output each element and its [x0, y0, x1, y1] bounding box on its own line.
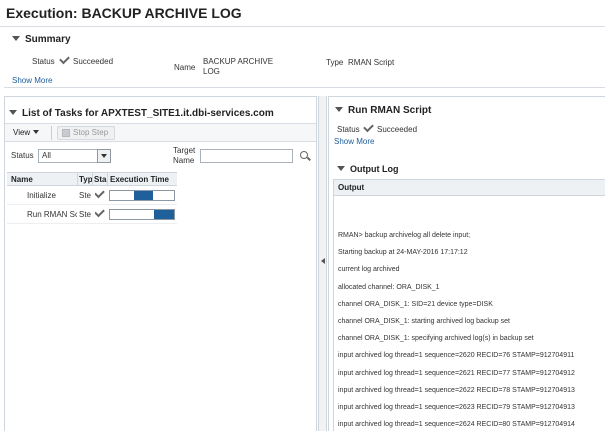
log-line: channel ORA_DISK_1: specifying archived … [338, 335, 534, 343]
task-type: Ste [79, 210, 92, 219]
column-divider [107, 173, 108, 186]
collapse-triangle-icon[interactable] [12, 36, 20, 41]
chevron-down-icon [33, 130, 40, 134]
summary-name-value-line2: LOG [203, 67, 220, 76]
check-icon [95, 190, 105, 199]
search-icon[interactable] [300, 151, 308, 159]
stop-icon [62, 129, 70, 137]
check-icon [95, 209, 105, 218]
log-line: input archived log thread=1 sequence=262… [338, 352, 575, 360]
summary-type-label: Type [326, 58, 344, 67]
summary-section: Summary Status Succeeded Name BACKUP ARC… [4, 30, 605, 88]
collapse-left-arrow-icon[interactable] [321, 258, 325, 264]
output-log-heading[interactable]: Output Log [337, 164, 398, 174]
header-divider [0, 26, 605, 27]
task-status [95, 209, 108, 219]
table-row[interactable]: Initialize Ste [7, 187, 177, 205]
view-menu-label: View [13, 128, 31, 137]
log-line: channel ORA_DISK_1: SID=21 device type=D… [338, 300, 493, 308]
log-line: Starting backup at 24-MAY-2016 17:17:12 [338, 249, 468, 257]
run-status-text: Succeeded [377, 125, 418, 134]
summary-status-text: Succeeded [73, 57, 114, 66]
column-execution-time[interactable]: Execution Time [110, 175, 169, 184]
output-log-heading-label: Output Log [350, 164, 399, 174]
summary-heading-label: Summary [25, 34, 71, 45]
panel-splitter[interactable] [318, 96, 327, 431]
column-status[interactable]: Sta [94, 175, 106, 184]
run-status-label: Status [337, 125, 360, 134]
run-rman-heading[interactable]: Run RMAN Script [335, 105, 431, 116]
chevron-down-icon[interactable] [97, 149, 111, 163]
summary-heading[interactable]: Summary [12, 34, 71, 45]
summary-status-label: Status [32, 57, 55, 66]
output-log-table: Output RMAN> backup archivelog all delet… [333, 179, 605, 431]
status-filter-label: Status [11, 151, 34, 160]
log-line: input archived log thread=1 sequence=262… [338, 421, 575, 429]
summary-name-value-line1: BACKUP ARCHIVE [203, 57, 274, 66]
page-title: Execution: BACKUP ARCHIVE LOG [6, 5, 242, 21]
toolbar-divider [51, 126, 52, 140]
target-name-input[interactable] [200, 149, 293, 163]
summary-name-label: Name [174, 63, 196, 72]
summary-type-value: RMAN Script [348, 58, 395, 67]
task-name[interactable]: Run RMAN Sc [27, 210, 77, 219]
log-line: RMAN> backup archivelog all delete input… [338, 232, 471, 239]
tasks-heading[interactable]: List of Tasks for APXTEST_SITE1.it.dbi-s… [9, 108, 274, 119]
summary-show-more-link[interactable]: Show More [12, 76, 52, 85]
target-name-label-line1: Target [173, 146, 196, 155]
collapse-triangle-icon[interactable] [9, 110, 17, 115]
log-line: current log archived [338, 266, 400, 274]
log-line: input archived log thread=1 sequence=262… [338, 369, 575, 377]
check-icon [59, 53, 70, 65]
stop-step-label: Stop Step [73, 128, 109, 137]
run-status-value: Succeeded [363, 121, 418, 134]
column-name[interactable]: Name [11, 175, 33, 184]
run-rman-heading-label: Run RMAN Script [348, 105, 432, 116]
filter-row: Status All Target Name [5, 144, 316, 170]
task-name[interactable]: Initialize [27, 191, 77, 200]
execution-time-fill [154, 210, 174, 219]
summary-status-value: Succeeded [59, 53, 114, 66]
log-line: allocated channel: ORA_DISK_1 [338, 283, 440, 291]
collapse-triangle-icon[interactable] [335, 107, 343, 112]
execution-time-fill [134, 191, 153, 200]
run-rman-panel: Run RMAN Script Status Succeeded Show Mo… [328, 96, 605, 431]
tasks-toolbar: View Stop Step [5, 123, 316, 142]
table-header: Name Typ Sta Execution Time [7, 172, 177, 186]
column-divider [77, 173, 78, 186]
log-line: channel ORA_DISK_1: starting archived lo… [338, 318, 510, 325]
tasks-heading-label: List of Tasks for APXTEST_SITE1.it.dbi-s… [22, 108, 274, 119]
execution-time-bar [109, 209, 175, 220]
output-column-header: Output [334, 180, 605, 196]
run-show-more-link[interactable]: Show More [334, 137, 374, 146]
log-line: input archived log thread=1 sequence=262… [338, 404, 575, 411]
task-type: Ste [79, 191, 92, 200]
stop-step-button[interactable]: Stop Step [57, 126, 115, 140]
status-filter-select[interactable]: All [38, 149, 111, 163]
column-type[interactable]: Typ [79, 175, 93, 184]
column-divider [92, 173, 93, 186]
table-row[interactable]: Run RMAN Sc Ste [7, 206, 177, 224]
target-name-label-line2: Name [173, 156, 195, 165]
status-filter-value: All [42, 151, 51, 160]
collapse-triangle-icon[interactable] [337, 166, 345, 171]
tasks-panel: List of Tasks for APXTEST_SITE1.it.dbi-s… [4, 96, 317, 431]
view-menu[interactable]: View [13, 128, 40, 137]
log-line: input archived log thread=1 sequence=262… [338, 386, 575, 394]
task-status [95, 190, 108, 200]
execution-time-bar [109, 190, 175, 201]
check-icon [363, 121, 374, 133]
